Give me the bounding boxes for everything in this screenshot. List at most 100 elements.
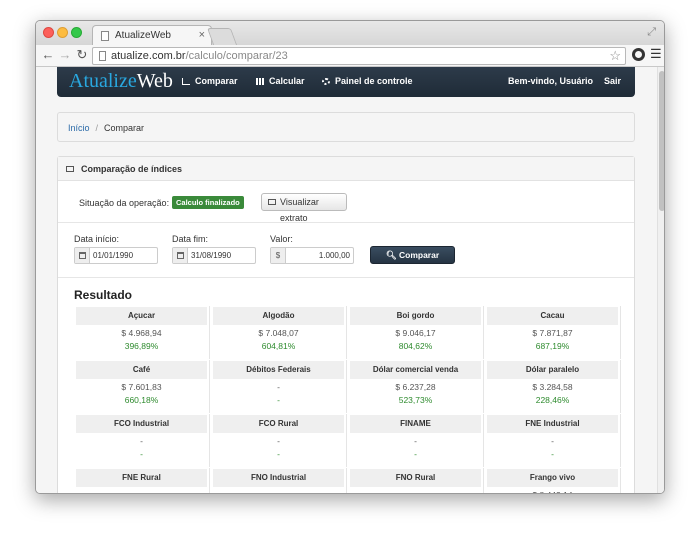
scrollbar-thumb[interactable] (659, 71, 664, 211)
result-cell: Café $ 7.601,83 660,18% (74, 360, 210, 413)
status-row: Situação da operação: Calculo finalizado… (58, 181, 634, 223)
result-cell: FNO Rural - (348, 468, 484, 493)
results-title: Resultado (74, 288, 133, 302)
index-value: - (211, 490, 346, 493)
index-percent: - (414, 449, 417, 459)
index-name: Cacau (487, 307, 618, 325)
top-navbar: AtualizeWeb Comparar Calcular Painel de … (57, 67, 635, 97)
page-scrollbar[interactable] (657, 67, 664, 493)
result-cell: FNO Industrial - (211, 468, 347, 493)
nav-item-painel[interactable]: Painel de controle (322, 76, 413, 86)
index-percent: - (277, 395, 280, 405)
breadcrumb-separator: / (95, 123, 99, 133)
result-cell: Açucar $ 4.968,94 396,89% (74, 306, 210, 359)
value-input[interactable]: $ 1.000,00 (270, 247, 354, 264)
start-date-value: 01/01/1990 (93, 251, 134, 260)
index-name: FNO Rural (350, 469, 481, 487)
currency-addon: $ (271, 248, 286, 263)
index-name: FNE Industrial (487, 415, 618, 433)
fullscreen-icon[interactable]: ⤢ (647, 26, 656, 39)
comparison-form: Data início: 01/01/1990 Data fim: 31/08/… (58, 223, 634, 278)
forward-arrow-icon[interactable]: → (58, 48, 72, 62)
close-tab-icon[interactable]: × (199, 29, 205, 41)
index-name: Algodão (213, 307, 344, 325)
result-cell: Frango vivo $ 8.442,14 (485, 468, 621, 493)
end-date-label: Data fim: (172, 234, 209, 244)
index-name: FINAME (350, 415, 481, 433)
index-name: FNE Rural (76, 469, 207, 487)
index-name: Dólar comercial venda (350, 361, 481, 379)
start-date-label: Data início: (74, 234, 120, 244)
chart-icon (182, 78, 190, 85)
amount-value: 1.000,00 (318, 251, 350, 260)
page-icon (101, 31, 109, 41)
view-statement-button[interactable]: Visualizar extrato (261, 193, 347, 223)
result-cell: Dólar paralelo $ 3.284,58 228,46% (485, 360, 621, 413)
index-value: - (277, 382, 280, 392)
welcome-user-link[interactable]: Bem-vindo, Usuário (508, 76, 593, 86)
index-name: FNO Industrial (213, 469, 344, 487)
index-name: Açucar (76, 307, 207, 325)
result-cell: FCO Industrial - - (74, 414, 210, 467)
extension-icon[interactable] (632, 48, 645, 61)
index-value: $ 7.048,07 (258, 328, 299, 338)
index-value: $ 3.284,58 (532, 382, 573, 392)
end-date-value: 31/08/1990 (191, 251, 232, 260)
compare-indices-button[interactable]: 🔍︎ Comparar índices (370, 246, 455, 276)
close-window-button[interactable] (43, 27, 54, 38)
end-date-input[interactable]: 31/08/1990 (172, 247, 256, 264)
index-value: $ 6.237,28 (395, 382, 436, 392)
result-cell: Boi gordo $ 9.046,17 804,62% (348, 306, 484, 359)
calendar-icon (75, 248, 90, 263)
reload-icon[interactable]: ↻ (75, 48, 89, 62)
browser-tab[interactable]: AtualizeWeb × (92, 25, 212, 46)
index-percent: 687,19% (535, 341, 570, 351)
logout-link[interactable]: Sair (604, 76, 621, 86)
comparison-panel: Comparação de índices Situação da operaç… (57, 156, 635, 493)
index-percent: 660,18% (124, 395, 159, 405)
breadcrumb: Início / Comparar (68, 123, 144, 133)
value-label: Valor: (270, 234, 293, 244)
view-statement-label: Visualizar extrato (280, 197, 319, 223)
index-value: - (277, 436, 280, 446)
nav-item-comparar[interactable]: Comparar (182, 76, 238, 86)
menu-icon[interactable]: ☰ (650, 46, 662, 62)
compare-indices-label: Comparar índices (397, 250, 440, 276)
browser-toolbar: ← → ↻ atualize.com.br/calculo/comparar/2… (36, 45, 664, 67)
browser-window: AtualizeWeb × ⤢ ← → ↻ atualize.com.br/ca… (35, 20, 665, 494)
result-cell: Dólar comercial venda $ 6.237,28 523,73% (348, 360, 484, 413)
panel-header: Comparação de índices (58, 157, 634, 181)
grid-icon (256, 78, 264, 85)
result-cell: FNE Industrial - - (485, 414, 621, 467)
document-icon (99, 51, 106, 61)
browser-titlebar: AtualizeWeb × ⤢ (36, 21, 664, 46)
minimize-window-button[interactable] (57, 27, 68, 38)
index-value: - (414, 436, 417, 446)
breadcrumb-home-link[interactable]: Início (68, 123, 90, 133)
result-cell: Cacau $ 7.871,87 687,19% (485, 306, 621, 359)
index-value: $ 7.871,87 (532, 328, 573, 338)
address-bar[interactable]: atualize.com.br/calculo/comparar/23 ☆ (92, 47, 626, 65)
back-arrow-icon[interactable]: ← (41, 48, 55, 62)
breadcrumb-current: Comparar (104, 123, 145, 133)
start-date-input[interactable]: 01/01/1990 (74, 247, 158, 264)
result-cell: Débitos Federais - - (211, 360, 347, 413)
index-name: FCO Rural (213, 415, 344, 433)
index-name: Dólar paralelo (487, 361, 618, 379)
panel-title: Comparação de índices (81, 164, 183, 174)
calendar-icon (173, 248, 188, 263)
result-cell: FINAME - - (348, 414, 484, 467)
nav-item-calcular[interactable]: Calcular (256, 76, 305, 86)
index-value: $ 7.601,83 (121, 382, 162, 392)
brand-part-b: Web (136, 70, 173, 92)
index-name: Café (76, 361, 207, 379)
nav-item-label: Painel de controle (335, 76, 413, 86)
maximize-window-button[interactable] (71, 27, 82, 38)
index-value: - (348, 490, 483, 493)
new-tab-button[interactable] (206, 28, 238, 45)
brand-logo[interactable]: AtualizeWeb (69, 70, 173, 93)
bookmark-star-icon[interactable]: ☆ (609, 48, 621, 64)
nav-item-label: Comparar (195, 76, 238, 86)
index-percent: 228,46% (535, 395, 570, 405)
breadcrumb-card: Início / Comparar (57, 112, 635, 142)
